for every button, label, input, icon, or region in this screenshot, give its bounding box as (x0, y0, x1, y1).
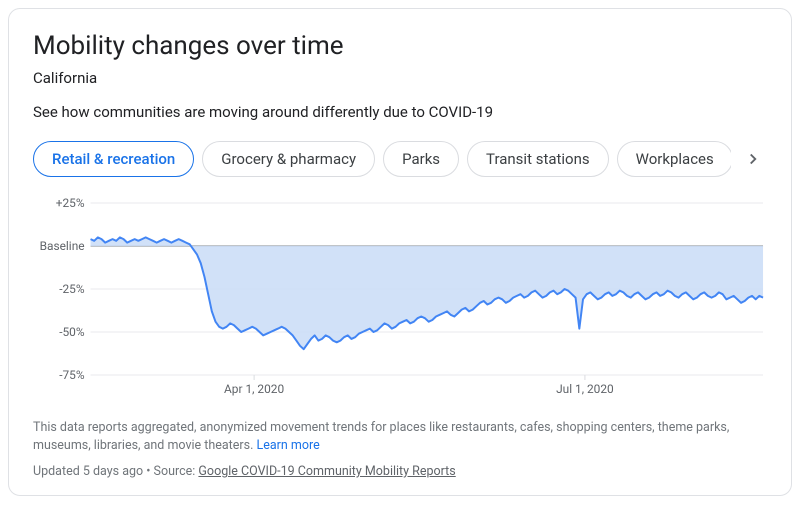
meta-row: Updated 5 days ago • Source: Google COVI… (33, 464, 767, 479)
tab-retail-recreation[interactable]: Retail & recreation (33, 141, 194, 177)
tab-workplaces[interactable]: Workplaces (617, 141, 731, 177)
svg-text:-25%: -25% (59, 282, 85, 296)
svg-text:+25%: +25% (56, 196, 85, 210)
chevron-right-icon[interactable] (739, 145, 767, 173)
category-tabs: Retail & recreationGrocery & pharmacyPar… (33, 141, 767, 177)
tab-parks[interactable]: Parks (383, 141, 459, 177)
page-title: Mobility changes over time (33, 31, 767, 61)
learn-more-link[interactable]: Learn more (256, 438, 319, 453)
tab-grocery-pharmacy[interactable]: Grocery & pharmacy (202, 141, 375, 177)
updated-label: Updated 5 days ago (33, 464, 143, 479)
mobility-card: Mobility changes over time California Se… (8, 8, 792, 496)
meta-sep: • Source: (143, 464, 198, 479)
mobility-chart: +25% Baseline -25% -50% -75% Apr 1, 2020 Jul 1… (33, 195, 767, 405)
tab-transit-stations[interactable]: Transit stations (467, 141, 609, 177)
svg-text:-50%: -50% (59, 325, 85, 339)
region-subtitle: California (33, 69, 767, 87)
footnote-text: This data reports aggregated, anonymized… (33, 420, 729, 453)
description: See how communities are moving around di… (33, 103, 767, 121)
svg-text:-75%: -75% (59, 368, 85, 382)
chart-footnote: This data reports aggregated, anonymized… (33, 419, 767, 454)
svg-text:Jul 1, 2020: Jul 1, 2020 (556, 382, 614, 396)
svg-text:Apr 1, 2020: Apr 1, 2020 (224, 382, 284, 396)
tabs-scroll: Retail & recreationGrocery & pharmacyPar… (33, 141, 731, 177)
source-link[interactable]: Google COVID-19 Community Mobility Repor… (198, 464, 455, 479)
svg-text:Baseline: Baseline (40, 239, 85, 253)
